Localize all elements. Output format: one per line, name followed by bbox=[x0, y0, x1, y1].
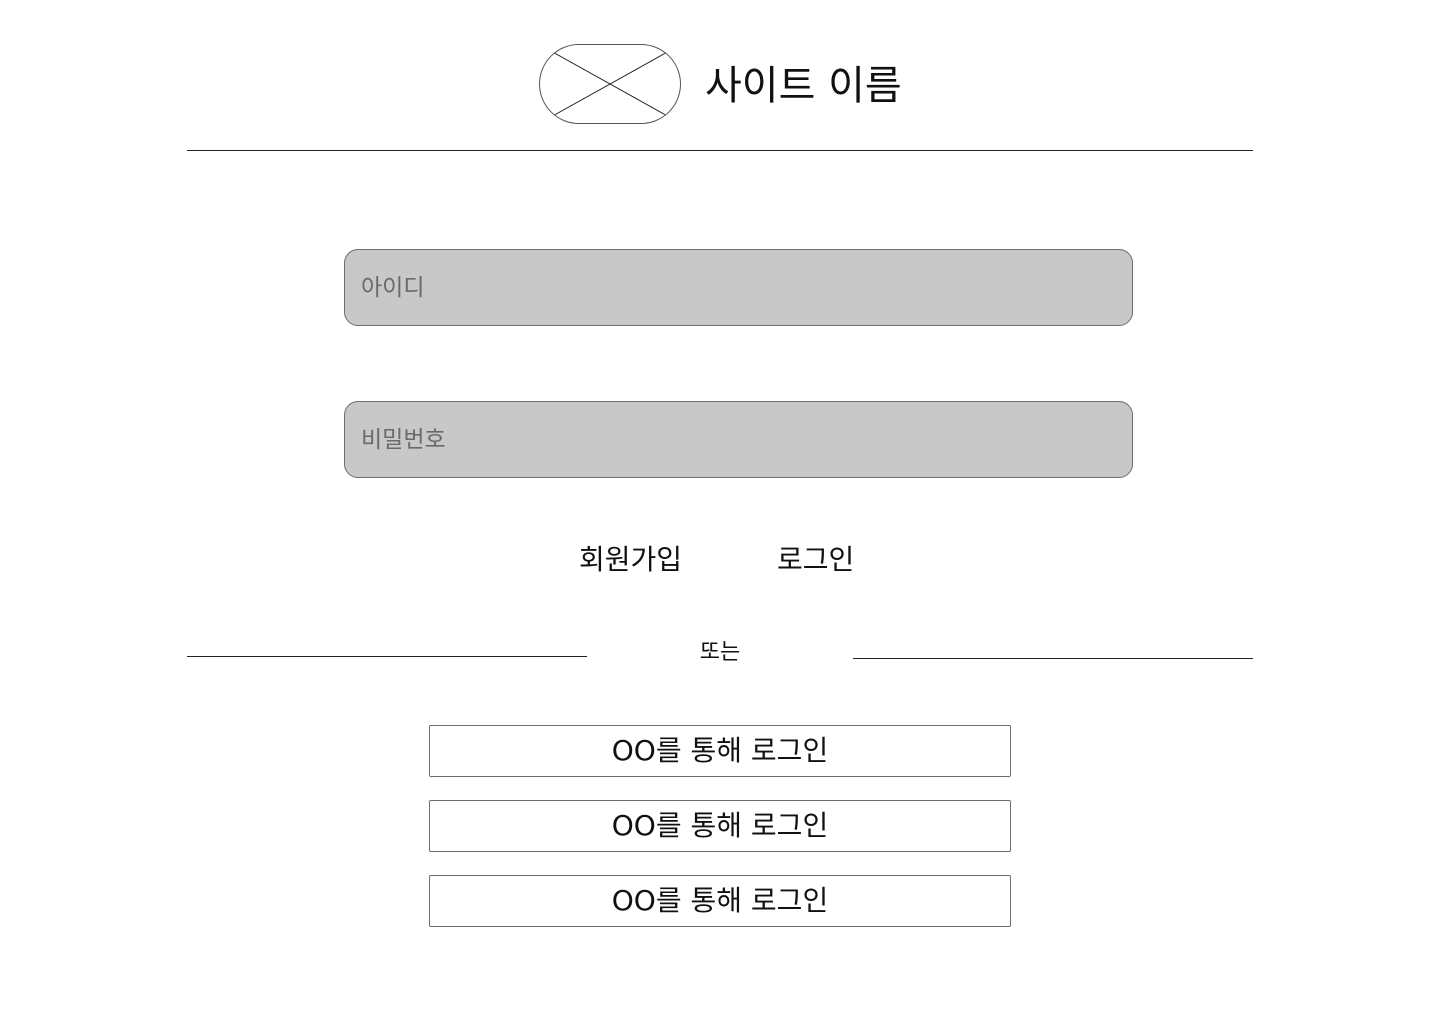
or-separator-label: 또는 bbox=[699, 640, 741, 665]
signup-button[interactable]: 회원가입 bbox=[579, 538, 682, 582]
site-title: 사이트 이름 bbox=[705, 63, 902, 109]
social-login-button[interactable]: OO를 통해 로그인 bbox=[429, 875, 1011, 927]
password-input[interactable] bbox=[344, 401, 1133, 478]
login-button[interactable]: 로그인 bbox=[777, 538, 854, 582]
id-input[interactable] bbox=[344, 249, 1133, 326]
or-divider-right bbox=[853, 658, 1253, 659]
site-logo-placeholder bbox=[539, 44, 681, 124]
image-placeholder-icon bbox=[540, 45, 680, 123]
social-login-button[interactable]: OO를 통해 로그인 bbox=[429, 800, 1011, 852]
social-login-button[interactable]: OO를 통해 로그인 bbox=[429, 725, 1011, 777]
or-divider-left bbox=[187, 656, 587, 657]
header-divider bbox=[187, 150, 1253, 151]
